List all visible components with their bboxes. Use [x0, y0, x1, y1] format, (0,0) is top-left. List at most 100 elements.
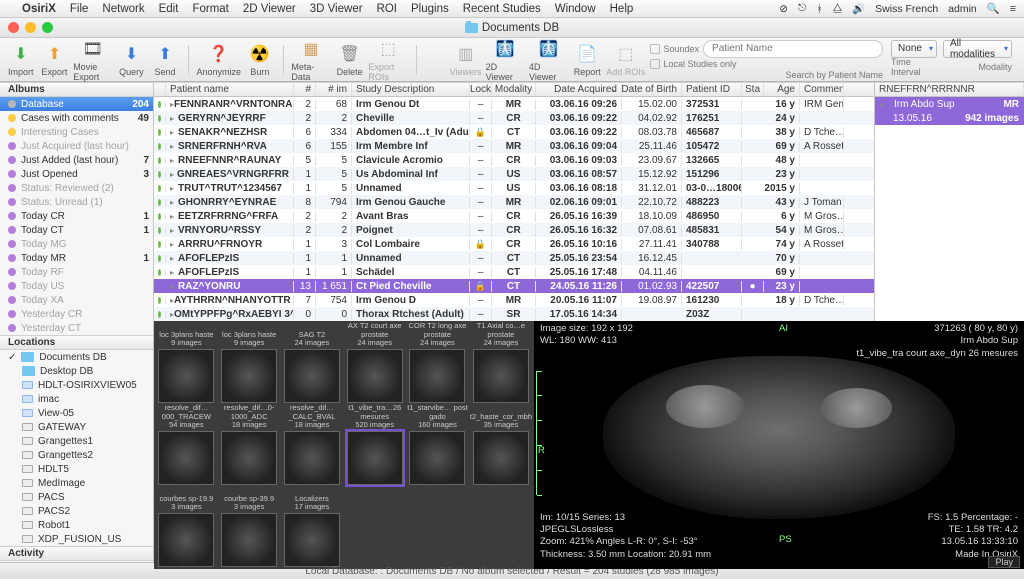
location-item[interactable]: Robot1	[0, 518, 153, 532]
location-item[interactable]: HDLT5	[0, 462, 153, 476]
user-menu[interactable]: admin	[948, 3, 977, 15]
soundex-checkbox[interactable]	[650, 44, 660, 54]
table-row[interactable]: ▸FENNRANR^VRNTONRA268Irm Genou Dt–MR03.0…	[154, 97, 874, 111]
app-menu[interactable]: OsiriX	[22, 3, 56, 15]
anonymize-button[interactable]: ❓Anonymize	[197, 42, 242, 77]
table-row[interactable]: ▸AFOFLEPzIS11Unnamed–CT25.05.16 23:5416.…	[154, 251, 874, 265]
table-row[interactable]: ▸GERYRN^JEYRRF22Cheville–CR03.06.16 09:2…	[154, 111, 874, 125]
table-row[interactable]: ▸EETZRFRRNG^FRFA22Avant Bras–CR26.05.16 …	[154, 209, 874, 223]
location-item[interactable]: Grangettes1	[0, 434, 153, 448]
album-item[interactable]: Today RF	[0, 265, 153, 279]
album-item[interactable]: Status: Reviewed (2)	[0, 181, 153, 195]
spotlight-icon[interactable]: 🔍	[987, 2, 1000, 15]
volume-icon[interactable]: 🔊	[852, 2, 865, 15]
menu-edit[interactable]: Edit	[159, 3, 179, 15]
menu-format[interactable]: Format	[192, 3, 228, 15]
album-item[interactable]: Today US	[0, 279, 153, 293]
report-button[interactable]: 📄Report	[572, 42, 602, 77]
status-icon[interactable]: ⎋	[798, 2, 806, 15]
window-titlebar[interactable]: Documents DB	[0, 18, 1024, 38]
bluetooth-icon[interactable]: ᚼ	[816, 3, 822, 15]
album-item[interactable]: Today CT1	[0, 223, 153, 237]
series-thumb[interactable]: resolve_dif…0-1000_ADC18 images	[219, 405, 280, 485]
status-icon[interactable]: ⊘	[779, 3, 788, 15]
table-row[interactable]: ▸RAZ^YONRU131 651Ct Pied Cheville🔒CT24.0…	[154, 279, 874, 293]
location-item[interactable]: XDP_FUSION_US	[0, 532, 153, 546]
series-thumb[interactable]: resolve_dif…000_TRACEW54 images	[156, 405, 217, 485]
menu-network[interactable]: Network	[102, 3, 144, 15]
export-rois-button[interactable]: ⬚Export ROIs	[368, 37, 407, 82]
series-thumb[interactable]: t2_haste_cor_mbh35 images	[470, 405, 532, 485]
table-row[interactable]: ▸GNREAES^VRNGRFRR15Us Abdominal Inf–US03…	[154, 167, 874, 181]
series-thumb[interactable]: courbe sp-39.93 images	[219, 487, 280, 567]
right-study-row[interactable]: ▸ Irm Abdo Sup MR	[875, 97, 1024, 111]
album-item[interactable]: Today CR1	[0, 209, 153, 223]
add-rois-button[interactable]: ⬚Add ROIs	[606, 42, 645, 77]
series-thumb[interactable]: SAG T224 images	[282, 323, 343, 403]
search-input[interactable]	[703, 40, 883, 58]
series-thumb[interactable]: resolve_dif…_CALC_BVAL18 images	[282, 405, 343, 485]
album-item[interactable]: Cases with comments49	[0, 111, 153, 125]
metadata-button[interactable]: ▦Meta-Data	[291, 37, 330, 82]
album-item[interactable]: Just Added (last hour)7	[0, 153, 153, 167]
series-thumb[interactable]: Localizers17 images	[282, 487, 343, 567]
series-thumb[interactable]: courbes sp-19.93 images	[156, 487, 217, 567]
menu-3d[interactable]: 3D Viewer	[310, 3, 363, 15]
send-button[interactable]: ⬆︎Send	[150, 42, 180, 77]
delete-button[interactable]: 🗑Delete	[335, 42, 365, 77]
album-item[interactable]: Just Acquired (last hour)	[0, 139, 153, 153]
viewers-button[interactable]: ▥Viewers	[450, 42, 482, 77]
menu-plugins[interactable]: Plugins	[411, 3, 449, 15]
location-item[interactable]: Grangettes2	[0, 448, 153, 462]
filter-modality[interactable]: All modalities	[943, 40, 1012, 58]
query-button[interactable]: ⬇︎Query	[117, 42, 147, 77]
menu-roi[interactable]: ROI	[377, 3, 397, 15]
table-row[interactable]: ▸OMtYPPFPg^RxAEBYI 3^^^00Thorax Rtchest …	[154, 307, 874, 321]
series-thumb[interactable]: T1 Axial co…e prostate24 images	[470, 323, 532, 403]
album-item[interactable]: Database204	[0, 97, 153, 111]
table-row[interactable]: ▸AYTHRRN^NHANYOTTR7754Irm Genou D–MR20.0…	[154, 293, 874, 307]
table-row[interactable]: ▸SRNERFRNH^RVA6155Irm Membre Inf–MR03.06…	[154, 139, 874, 153]
location-item[interactable]: MedImage	[0, 476, 153, 490]
filter-none[interactable]: None	[891, 40, 937, 58]
2d-viewer-button[interactable]: 🩻2D Viewer	[486, 37, 525, 82]
location-item[interactable]: imac	[0, 392, 153, 406]
series-thumb[interactable]: loc 3plans haste9 images	[156, 323, 217, 403]
album-item[interactable]: Yesterday CR	[0, 307, 153, 321]
location-item[interactable]: PACS2	[0, 504, 153, 518]
series-thumb[interactable]: t1_starvibe… post gado160 images	[407, 405, 468, 485]
album-item[interactable]: Today XA	[0, 293, 153, 307]
import-button[interactable]: ⬇︎Import	[6, 42, 36, 77]
album-item[interactable]: Today MR1	[0, 251, 153, 265]
series-thumb[interactable]: COR T2 long axe prostate24 images	[407, 323, 468, 403]
location-item[interactable]: ✓ Documents DB	[0, 350, 153, 364]
movie-export-button[interactable]: 🎞Movie Export	[73, 37, 112, 82]
location-item[interactable]: HDLT-OSIRIXVIEW05	[0, 378, 153, 392]
location-item[interactable]: View-05	[0, 406, 153, 420]
location-item[interactable]: GATEWAY	[0, 420, 153, 434]
menu-file[interactable]: File	[70, 3, 89, 15]
burn-button[interactable]: ☢️Burn	[245, 42, 275, 77]
menu-help[interactable]: Help	[610, 3, 634, 15]
input-flag[interactable]: Swiss French	[875, 3, 938, 15]
series-thumb[interactable]: AX T2 court axe prostate24 images	[344, 323, 405, 403]
location-item[interactable]: Desktop DB	[0, 364, 153, 378]
album-item[interactable]: Status: Unread (1)	[0, 195, 153, 209]
table-row[interactable]: ▸TRUT^TRUT^123456715Unnamed–US03.06.16 0…	[154, 181, 874, 195]
4d-viewer-button[interactable]: 🩻4D Viewer	[529, 37, 568, 82]
table-row[interactable]: ▸ARRRU^FRNOYR13Col Lombaire🔒CR26.05.16 1…	[154, 237, 874, 251]
menu-window[interactable]: Window	[555, 3, 596, 15]
table-row[interactable]: ▸VRNYORU^RSSY22Poignet–CR26.05.16 16:320…	[154, 223, 874, 237]
wifi-icon[interactable]: ⧋	[833, 2, 842, 15]
menu-extra-icon[interactable]: ≡	[1010, 3, 1016, 15]
export-button[interactable]: ⬆︎Export	[40, 42, 70, 77]
system-menubar[interactable]: OsiriX File Network Edit Format 2D Viewe…	[0, 0, 1024, 18]
table-row[interactable]: ▸AFOFLEPzIS11Schädel–CT25.05.16 17:4804.…	[154, 265, 874, 279]
series-thumb[interactable]: loc 3plans haste9 images	[219, 323, 280, 403]
table-row[interactable]: ▸GHONRRY^EYNRAE8794Irm Genou Gauche–MR02…	[154, 195, 874, 209]
table-row[interactable]: ▸SENAKR^NEZHSR6334Abdomen 04…t_Iv (Adult…	[154, 125, 874, 139]
menu-recent[interactable]: Recent Studies	[463, 3, 541, 15]
table-row[interactable]: ▸RNEEFNNR^RAUNAY55Clavicule Acromio–CR03…	[154, 153, 874, 167]
local-checkbox[interactable]	[650, 59, 660, 69]
album-item[interactable]: Just Opened3	[0, 167, 153, 181]
